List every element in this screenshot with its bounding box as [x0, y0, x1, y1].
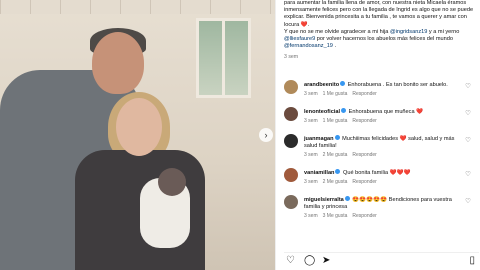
reply-button[interactable]: Responder: [352, 152, 376, 158]
avatar[interactable]: [284, 195, 298, 209]
avatar[interactable]: [284, 80, 298, 94]
like-comment-heart-icon[interactable]: ♡: [465, 197, 471, 205]
verified-badge-icon: [340, 81, 346, 86]
comment-time: 3 sem: [304, 91, 318, 97]
comment-text: Enhorabuena que muñeca ❤️: [348, 109, 424, 115]
grandfather-face: [92, 32, 144, 94]
caption-line2-end: .: [332, 43, 337, 50]
comment-likes[interactable]: 2 Me gusta: [323, 152, 348, 158]
comment-meta: 3 sem 2 Me gusta Responder: [304, 179, 382, 185]
comment-body: arandbeenito Enhorabuena . Es tan bonito…: [304, 81, 464, 89]
comment-time: 3 sem: [304, 179, 318, 185]
wall-tiles: [0, 0, 275, 14]
comment-item: lenonteoficial Enhorabuena que muñeca ❤️…: [284, 107, 477, 135]
avatar[interactable]: [284, 168, 298, 182]
mother-face: [116, 98, 162, 156]
save-bookmark-icon[interactable]: ▯: [469, 255, 475, 266]
like-comment-heart-icon[interactable]: ♡: [465, 109, 471, 117]
window-frame: [222, 18, 225, 98]
like-comment-heart-icon[interactable]: ♡: [465, 136, 471, 144]
verified-badge-icon: [344, 196, 350, 201]
comment-username[interactable]: juanmagan: [304, 136, 334, 142]
next-photo-button[interactable]: ›: [259, 128, 273, 142]
comment-meta: 3 sem 3 Me gusta Responder: [304, 213, 382, 219]
reply-button[interactable]: Responder: [352, 91, 376, 97]
comment-time: 3 sem: [304, 152, 318, 158]
reply-button[interactable]: Responder: [352, 213, 376, 219]
reply-button[interactable]: Responder: [352, 179, 376, 185]
comment-time: 3 sem: [304, 118, 318, 124]
avatar[interactable]: [284, 134, 298, 148]
like-comment-heart-icon[interactable]: ♡: [465, 170, 471, 178]
post-photo: ›: [0, 0, 275, 270]
comment-username[interactable]: lenonteoficial: [304, 109, 340, 115]
caption-line2-suffix: por volver hacernos los abuelos más feli…: [315, 36, 453, 43]
comment-bubble-icon[interactable]: ◯: [304, 255, 315, 266]
comment-body: juanmagan Muchiiimas felicidades ❤️ salu…: [304, 135, 464, 150]
comment-text: Enhorabuena . Es tan bonito ser abuelo.: [347, 82, 448, 88]
comment-body: lenonteoficial Enhorabuena que muñeca ❤️: [304, 108, 464, 116]
verified-badge-icon: [335, 169, 341, 174]
caption-timestamp: 3 sem: [284, 54, 299, 60]
comment-username[interactable]: arandbeenito: [304, 82, 339, 88]
share-send-icon[interactable]: ➤: [322, 255, 330, 266]
comment-likes[interactable]: 2 Me gusta: [323, 179, 348, 185]
comment-text: Qué bonita familia ❤️❤️❤️: [343, 170, 411, 176]
verified-badge-icon: [341, 108, 347, 113]
like-heart-icon[interactable]: ♡: [286, 255, 295, 266]
caption-line2-mid: y a mi yerno: [427, 28, 460, 35]
mention-link[interactable]: @lliesfaure9: [284, 36, 315, 42]
comment-item: miguelsierralta 😍😍😍😍😍 Bendiciones para v…: [284, 195, 477, 223]
comment-likes[interactable]: 1 Me gusta: [323, 91, 348, 97]
caption-line2-prefix: Y que no se me olvide agradecer a mi hij…: [284, 28, 390, 35]
post-action-bar: ♡ ◯ ➤ ▯: [284, 252, 479, 266]
comments-panel: para aumentar la familia llena de amor, …: [275, 0, 480, 270]
comment-item: vaniamillan Qué bonita familia ❤️❤️❤️ 3 …: [284, 168, 477, 196]
comment-meta: 3 sem 2 Me gusta Responder: [304, 152, 382, 158]
post-viewer: › para aumentar la familia llena de amor…: [0, 0, 480, 270]
comment-body: vaniamillan Qué bonita familia ❤️❤️❤️: [304, 169, 464, 177]
comment-time: 3 sem: [304, 213, 318, 219]
comment-username[interactable]: miguelsierralta: [304, 197, 344, 203]
verified-badge-icon: [334, 135, 340, 140]
comment-body: miguelsierralta 😍😍😍😍😍 Bendiciones para v…: [304, 196, 464, 211]
comment-item: juanmagan Muchiiimas felicidades ❤️ salu…: [284, 134, 477, 162]
comment-likes[interactable]: 1 Me gusta: [323, 118, 348, 124]
avatar[interactable]: [284, 107, 298, 121]
comment-meta: 3 sem 1 Me gusta Responder: [304, 91, 382, 97]
newborn-head: [158, 168, 186, 196]
comment-username[interactable]: vaniamillan: [304, 170, 334, 176]
mention-link[interactable]: @fernandosanz_19: [284, 43, 333, 49]
reply-button[interactable]: Responder: [352, 118, 376, 124]
like-comment-heart-icon[interactable]: ♡: [465, 82, 471, 90]
comment-item: arandbeenito Enhorabuena . Es tan bonito…: [284, 80, 477, 108]
comment-meta: 3 sem 1 Me gusta Responder: [304, 118, 382, 124]
comment-likes[interactable]: 3 Me gusta: [323, 213, 348, 219]
caption-text: para aumentar la familia llena de amor, …: [284, 0, 474, 28]
post-caption: para aumentar la familia llena de amor, …: [284, 0, 477, 50]
mention-link[interactable]: @ingridsanz19: [390, 29, 427, 35]
